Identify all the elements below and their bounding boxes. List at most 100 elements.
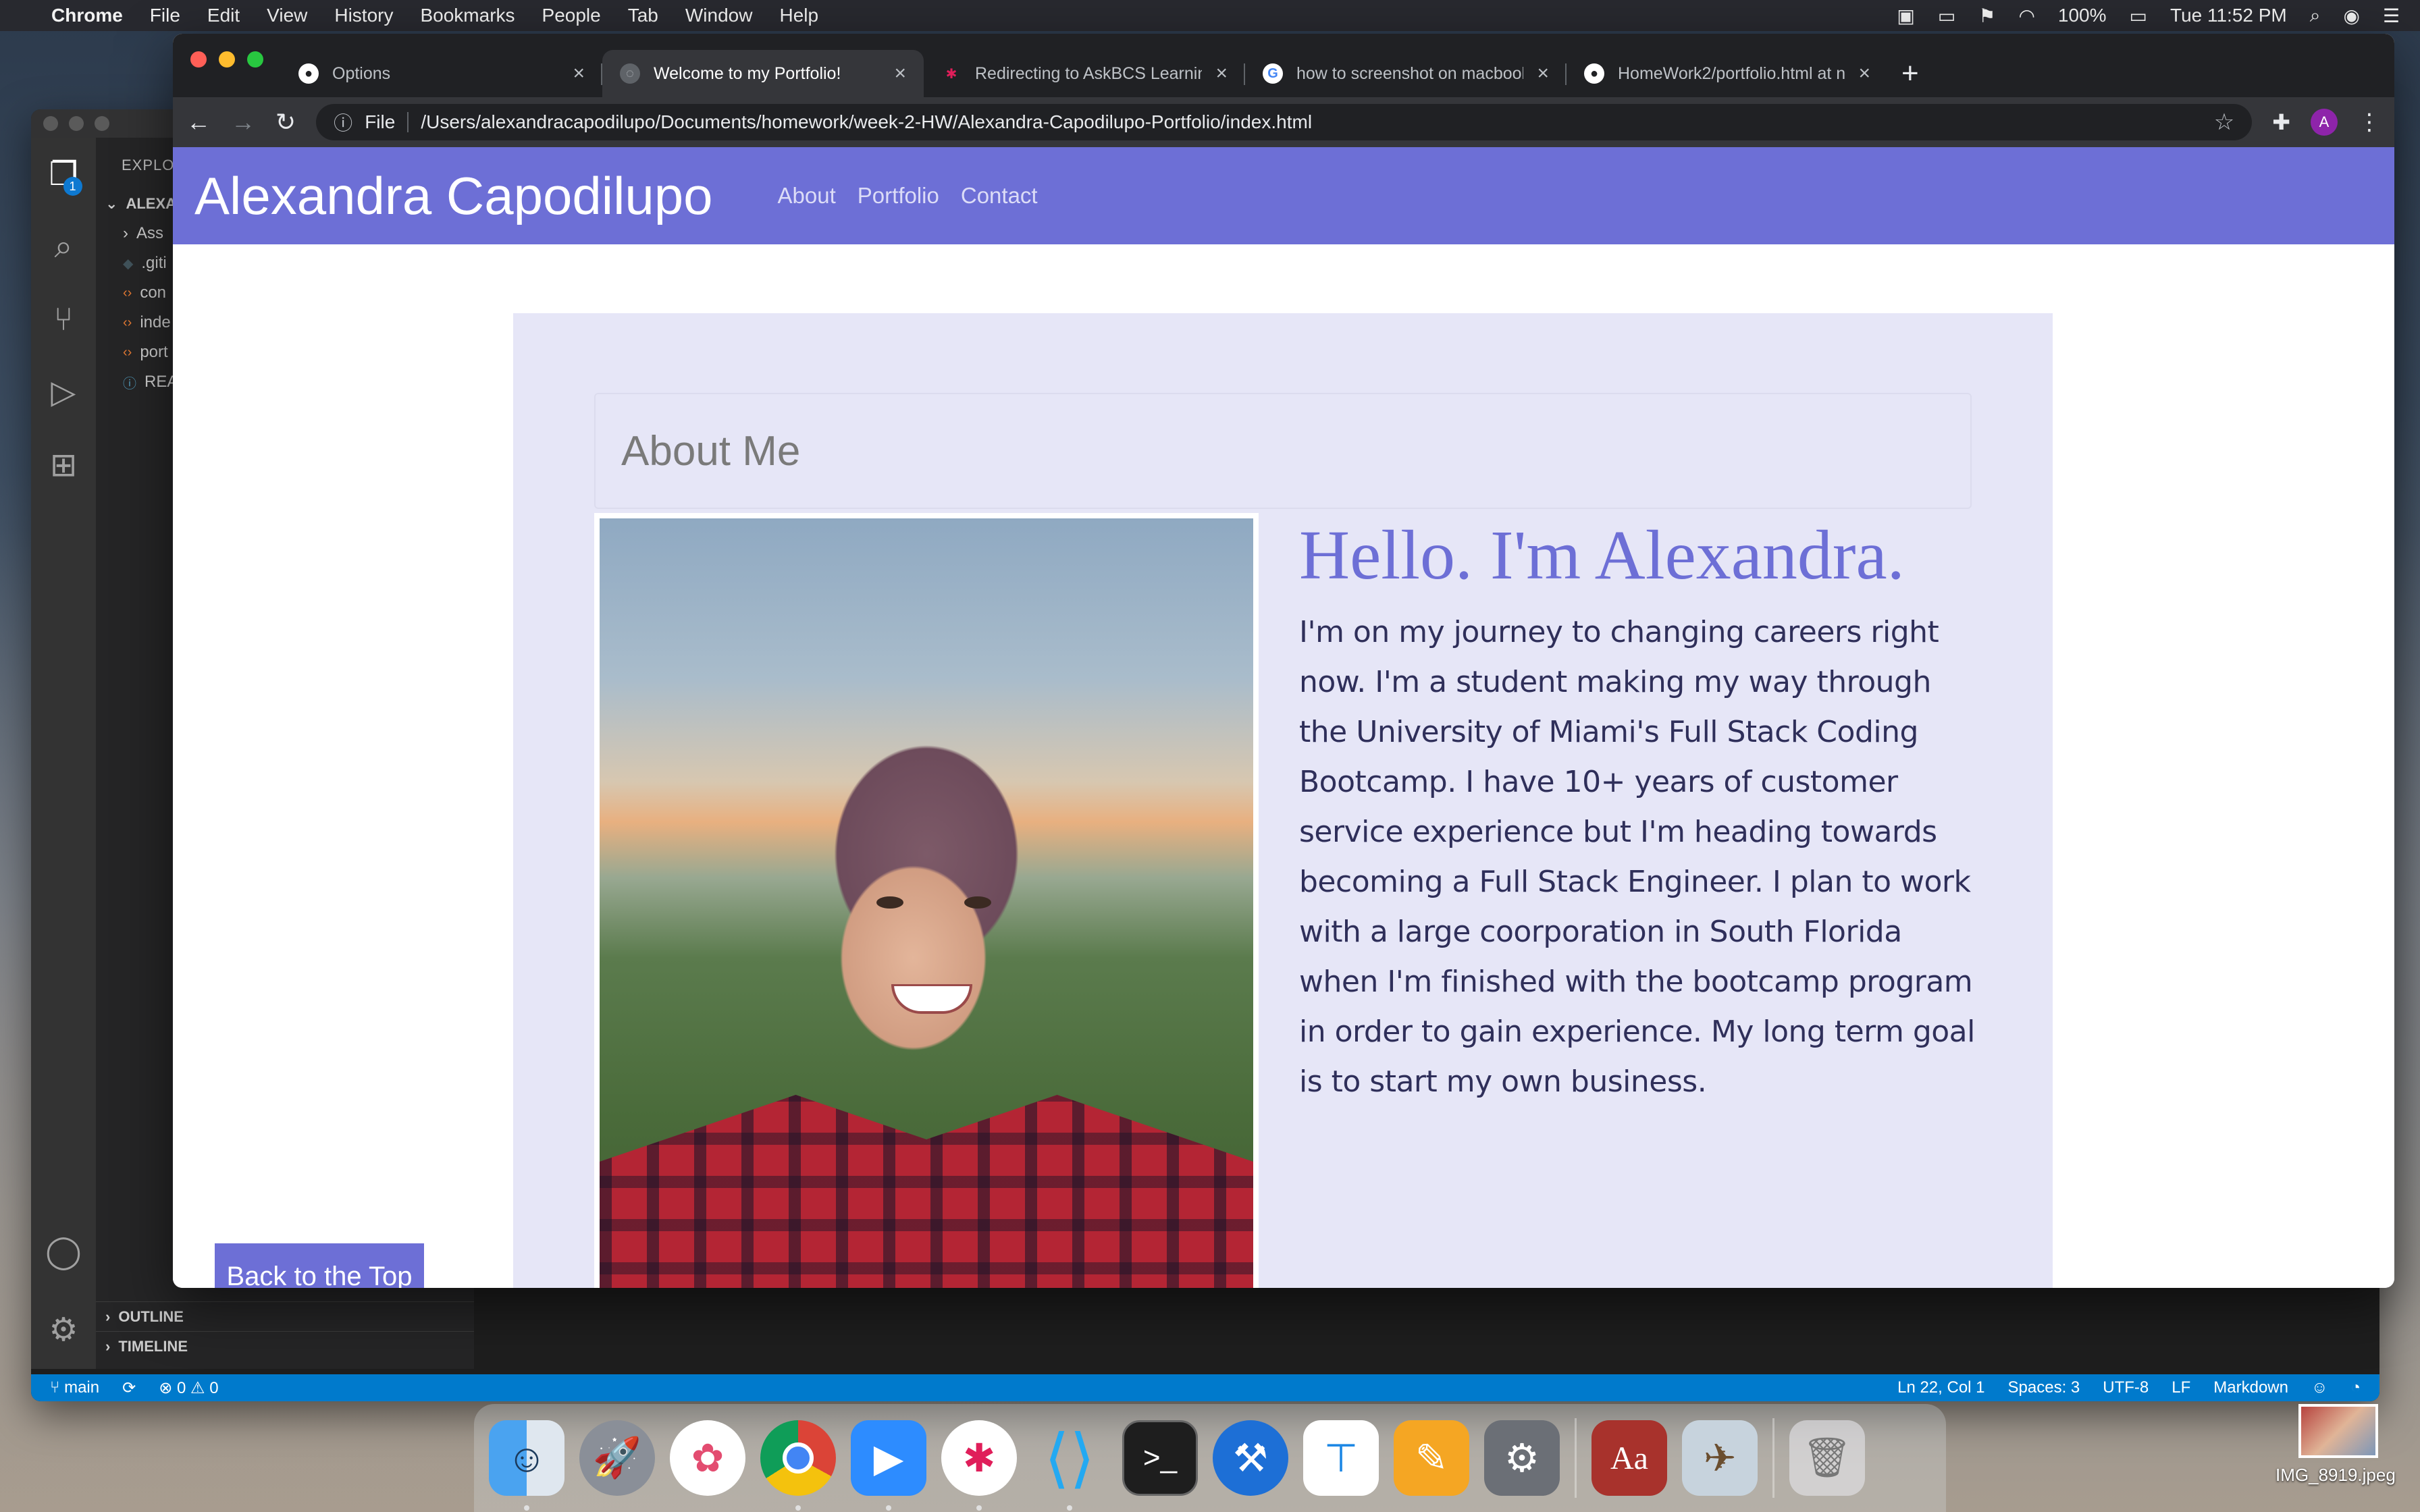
forward-arrow-icon[interactable]: →: [231, 108, 255, 136]
bookmark-star-icon[interactable]: ☆: [2214, 109, 2234, 136]
github-icon: ●: [1584, 63, 1604, 84]
menu-file[interactable]: File: [150, 5, 180, 26]
tab-options[interactable]: ● Options ×: [281, 50, 602, 97]
language-mode[interactable]: Markdown: [2213, 1378, 2288, 1397]
running-indicator: [524, 1505, 529, 1511]
source-control-icon[interactable]: ⑂: [54, 301, 74, 338]
close-tab-icon[interactable]: ×: [1215, 62, 1228, 85]
sync-icon[interactable]: ⟳: [122, 1378, 136, 1398]
siri-icon[interactable]: ◉: [2343, 5, 2359, 27]
vscode-zoom-button[interactable]: [95, 116, 109, 131]
close-window-button[interactable]: [190, 51, 207, 68]
tab-github-homework[interactable]: ● HomeWork2/portfolio.html at n ×: [1567, 50, 1888, 97]
branch-icon: ⑂: [50, 1378, 65, 1397]
cursor-position[interactable]: Ln 22, Col 1: [1897, 1378, 1984, 1397]
search-icon[interactable]: ⌕: [55, 228, 73, 266]
tab-google-search[interactable]: G how to screenshot on macbool ×: [1245, 50, 1567, 97]
tab-portfolio[interactable]: ◌ Welcome to my Portfolio! ×: [602, 50, 924, 97]
error-icon: ⊗: [159, 1378, 177, 1397]
keynote-icon[interactable]: ⊤: [1303, 1420, 1379, 1496]
nav-link-portfolio[interactable]: Portfolio: [858, 183, 939, 209]
vscode-minimize-button[interactable]: [69, 116, 84, 131]
explorer-icon[interactable]: ❐ 1: [49, 155, 82, 196]
encoding[interactable]: UTF-8: [2103, 1378, 2149, 1397]
explorer-badge: 1: [63, 177, 82, 196]
menu-app-name[interactable]: Chrome: [51, 5, 123, 26]
chrome-icon[interactable]: [760, 1420, 836, 1511]
menu-tab[interactable]: Tab: [628, 5, 658, 26]
url-text[interactable]: /Users/alexandracapodilupo/Documents/hom…: [421, 111, 2201, 133]
close-tab-icon[interactable]: ×: [1858, 62, 1870, 85]
indentation[interactable]: Spaces: 3: [2008, 1378, 2080, 1397]
tab-askbcs[interactable]: ✱ Redirecting to AskBCS Learnin ×: [924, 50, 1245, 97]
tab-strip: ● Options × ◌ Welcome to my Portfolio! ×…: [173, 34, 2394, 97]
running-indicator: [1067, 1505, 1072, 1511]
timeline-section[interactable]: › TIMELINE: [96, 1331, 474, 1361]
trash-icon[interactable]: 🗑: [1789, 1420, 1865, 1496]
problems-indicator[interactable]: ⊗ 0 ⚠ 0: [159, 1378, 218, 1398]
chrome-menu-icon[interactable]: ⋮: [2358, 109, 2381, 136]
wifi-icon[interactable]: ◠: [2018, 5, 2034, 27]
line-ending[interactable]: LF: [2172, 1378, 2190, 1397]
system-preferences-icon[interactable]: ⚙: [1484, 1420, 1560, 1496]
photo-eye: [964, 896, 991, 909]
desktop-file-label[interactable]: IMG_8919.jpeg: [2276, 1465, 2396, 1486]
reload-icon[interactable]: ↻: [275, 108, 296, 136]
spotlight-search-icon[interactable]: ⌕: [2310, 5, 2321, 27]
run-debug-icon[interactable]: ▷: [51, 373, 76, 411]
nav-link-about[interactable]: About: [778, 183, 836, 209]
vscode-icon[interactable]: ⟨⟩: [1032, 1420, 1107, 1511]
pages-icon[interactable]: ✎: [1394, 1420, 1469, 1496]
zoom-icon[interactable]: ▶: [851, 1420, 926, 1511]
finder-icon[interactable]: ☺: [489, 1420, 564, 1511]
bio-greeting: Hello. I'm Alexandra.: [1299, 516, 1905, 594]
notifications-bell-icon[interactable]: ◔: [2351, 1378, 2361, 1397]
menu-edit[interactable]: Edit: [207, 5, 240, 26]
vscode-close-button[interactable]: [43, 116, 58, 131]
desktop-file-thumbnail[interactable]: [2298, 1404, 2378, 1458]
menu-people[interactable]: People: [542, 5, 601, 26]
menu-bar: Chrome File Edit View History Bookmarks …: [0, 0, 2420, 31]
nav-link-contact[interactable]: Contact: [961, 183, 1038, 209]
close-tab-icon[interactable]: ×: [894, 62, 906, 85]
menu-view[interactable]: View: [267, 5, 307, 26]
settings-gear-icon[interactable]: ⚙: [49, 1311, 78, 1349]
tab-title: Options: [332, 63, 391, 83]
battery-icon[interactable]: ▭: [2130, 5, 2147, 27]
site-info-icon[interactable]: ⓘ: [334, 109, 352, 136]
browser-toolbar: ← → ↻ ⓘ File /Users/alexandracapodilupo/…: [173, 97, 2394, 147]
address-bar[interactable]: ⓘ File /Users/alexandracapodilupo/Docume…: [316, 104, 2253, 140]
menu-help[interactable]: Help: [779, 5, 818, 26]
close-tab-icon[interactable]: ×: [1537, 62, 1549, 85]
dictionary-icon[interactable]: Aa: [1592, 1420, 1667, 1496]
xcode-icon[interactable]: ⚒: [1213, 1420, 1288, 1496]
extensions-puzzle-icon[interactable]: ✚: [2272, 109, 2290, 135]
menu-clock[interactable]: Tue 11:52 PM: [2170, 5, 2287, 26]
account-icon[interactable]: ◯: [45, 1233, 82, 1270]
flag-input-icon[interactable]: ⚑: [1978, 5, 1995, 27]
minimize-window-button[interactable]: [219, 51, 235, 68]
zoom-status-icon[interactable]: ▣: [1897, 5, 1914, 27]
running-indicator: [795, 1505, 801, 1511]
outline-section[interactable]: › OUTLINE: [96, 1301, 474, 1331]
zoom-window-button[interactable]: [247, 51, 263, 68]
airplay-icon[interactable]: ▭: [1938, 5, 1955, 27]
back-to-top-button[interactable]: Back to the Top: [215, 1243, 424, 1288]
slack-icon[interactable]: ✱: [941, 1420, 1017, 1511]
branch-indicator[interactable]: ⑂ main: [50, 1378, 99, 1397]
control-center-icon[interactable]: ☰: [2383, 5, 2400, 27]
close-tab-icon[interactable]: ×: [573, 62, 585, 85]
photos-icon[interactable]: ✿: [670, 1420, 745, 1496]
profile-avatar[interactable]: A: [2311, 109, 2338, 136]
new-tab-button[interactable]: +: [1888, 57, 1932, 97]
preview-icon[interactable]: ✈: [1682, 1420, 1758, 1496]
terminal-icon[interactable]: >_: [1122, 1420, 1198, 1496]
back-arrow-icon[interactable]: ←: [186, 108, 211, 136]
battery-percent: 100%: [2057, 5, 2107, 26]
menu-window[interactable]: Window: [685, 5, 753, 26]
menu-bookmarks[interactable]: Bookmarks: [420, 5, 515, 26]
menu-history[interactable]: History: [334, 5, 393, 26]
launchpad-icon[interactable]: 🚀: [579, 1420, 655, 1496]
extensions-icon[interactable]: ⊞: [50, 446, 77, 484]
feedback-icon[interactable]: ☺: [2311, 1378, 2328, 1397]
